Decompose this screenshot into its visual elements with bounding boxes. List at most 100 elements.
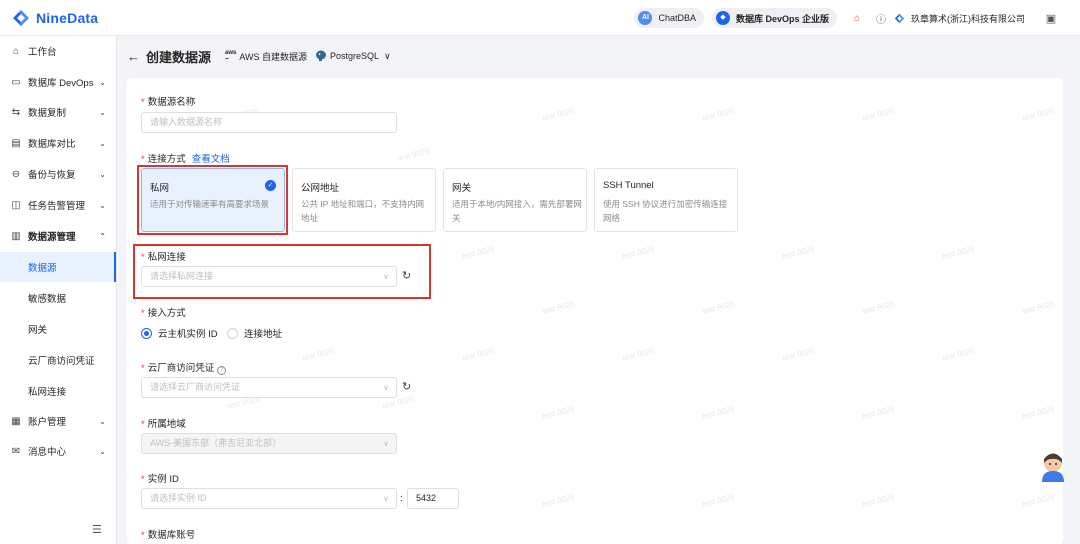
devops-edition-label: 数据库 DevOps 企业版 — [735, 13, 829, 24]
view-docs-link[interactable]: 查看文档 — [192, 154, 230, 165]
chatdba-icon: AI — [638, 11, 653, 25]
sidebar-item-label: 工作台 — [28, 47, 57, 58]
watermark: test 9026 — [781, 346, 816, 363]
crumb-source: AWS 自建数据源 — [239, 51, 308, 62]
watermark: test 9026 — [461, 346, 496, 363]
sidebar-item-label: 消息中心 — [28, 447, 67, 458]
cloud-credential-select[interactable]: 请选择云厂商访问凭证 ∨ — [141, 377, 397, 398]
backup-icon: ⊖ — [11, 168, 21, 180]
postgresql-icon — [316, 50, 327, 61]
sidebar-subitem-datasource[interactable]: 数据源 — [0, 252, 116, 282]
access-radio-address[interactable]: 连接地址 — [227, 326, 282, 340]
sidebar-item-label: 账户管理 — [28, 417, 67, 428]
breadcrumb: aws ⌣ AWS 自建数据源 PostgreSQL ∨ — [225, 50, 391, 63]
sidebar-subitem-sensitive-data[interactable]: 敏感数据 — [0, 283, 116, 313]
datasource-name-label: * 数据源名称 — [141, 97, 196, 108]
highlight-box — [137, 165, 288, 235]
sidebar-subitem-cloud-credential[interactable]: 云厂商访问凭证 — [0, 345, 116, 375]
highlight-box — [133, 244, 431, 299]
back-arrow-icon[interactable]: ← — [127, 49, 140, 64]
sidebar-item-account[interactable]: ▦ 账户管理 ⌄ — [0, 406, 116, 436]
instance-id-label: * 实例 ID — [141, 474, 179, 485]
sidebar-subitem-gateway[interactable]: 网关 — [0, 314, 116, 344]
connection-method-label: * 连接方式 查看文档 — [141, 154, 230, 165]
sidebar: ⌂ 工作台 ▭ 数据库 DevOps ⌄ ⇆ 数据复制 ⌄ ▤ 数据库对比 ⌄ … — [0, 36, 117, 544]
watermark: test 9026 — [861, 404, 896, 421]
sidebar-item-label: 任务告警管理 — [28, 201, 86, 212]
instance-id-select[interactable]: 请选择实例 ID ∨ — [141, 488, 397, 509]
chevron-up-icon: ⌃ — [99, 231, 106, 241]
chevron-down-icon: ⌄ — [99, 77, 106, 87]
conn-option-ssh[interactable]: SSH Tunnel 使用 SSH 协议进行加密传输连接网络 — [594, 168, 738, 232]
conn-option-desc: 使用 SSH 协议进行加密传输连接网络 — [603, 199, 728, 223]
company-switcher[interactable]: 玖章算术(浙江)科技有限公司 — [893, 12, 1025, 25]
refresh-icon[interactable]: ↻ — [402, 380, 411, 393]
devops-edition-button[interactable]: ◆ 数据库 DevOps 企业版 — [711, 8, 837, 28]
engine-dropdown-icon[interactable]: ∨ — [384, 51, 391, 62]
sidebar-subitem-private-link[interactable]: 私网连接 — [0, 376, 116, 406]
sidebar-item-workbench[interactable]: ⌂ 工作台 — [0, 36, 116, 66]
watermark: test 9026 — [701, 299, 736, 316]
collapse-sidebar-icon[interactable]: ☰ — [92, 523, 102, 536]
select-placeholder: 请选择实例 ID — [150, 493, 207, 503]
help-icon[interactable]: ⓘ — [874, 11, 888, 26]
chevron-down-icon: ⌄ — [99, 138, 106, 148]
watermark: test 9026 — [621, 346, 656, 363]
chevron-down-icon: ⌄ — [99, 169, 106, 179]
watermark: test 9026 — [396, 146, 431, 163]
conn-option-gateway[interactable]: 网关 适用于本地/内网接入，需先部署网关 — [443, 168, 587, 232]
sidebar-item-label: 数据复制 — [28, 108, 67, 119]
cloud-credential-label: * 云厂商访问凭证? — [141, 360, 227, 375]
port-input[interactable]: 5432 — [407, 488, 459, 509]
sidebar-item-devops[interactable]: ▭ 数据库 DevOps ⌄ — [0, 67, 116, 97]
chevron-down-icon: ⌄ — [99, 416, 106, 426]
region-label: * 所属地域 — [141, 419, 186, 430]
notification-icon[interactable]: ⌂ — [850, 11, 864, 25]
help-circle-icon[interactable]: ? — [217, 366, 227, 375]
region-value: AWS-美国东部（弗吉尼亚北部） — [150, 438, 282, 448]
devops-icon: ▭ — [11, 76, 21, 88]
region-select: AWS-美国东部（弗吉尼亚北部） ∨ — [141, 433, 397, 454]
access-method-label: * 接入方式 — [141, 308, 186, 319]
devops-edition-icon: ◆ — [715, 11, 730, 25]
datasource-name-input[interactable]: 请输入数据源名称 — [141, 112, 397, 133]
sidebar-item-backup[interactable]: ⊖ 备份与恢复 ⌄ — [0, 159, 116, 189]
watermark: test 9026 — [541, 106, 576, 123]
conn-option-title: 公网地址 — [301, 183, 340, 194]
language-switch-icon[interactable]: ▣ — [1044, 11, 1058, 25]
port-separator: : — [400, 493, 403, 504]
sidebar-item-replication[interactable]: ⇆ 数据复制 ⌄ — [0, 97, 116, 127]
watermark: test 9026 — [1021, 404, 1056, 421]
home-icon: ⌂ — [12, 45, 20, 57]
watermark: test 9026 — [461, 244, 496, 261]
sidebar-item-compare[interactable]: ▤ 数据库对比 ⌄ — [0, 128, 116, 158]
conn-option-desc: 适用于本地/内网接入，需先部署网关 — [452, 199, 582, 223]
access-radio-instance-id[interactable]: 云主机实例 ID — [141, 326, 218, 340]
chevron-down-icon: ⌄ — [99, 200, 106, 210]
watermark: test 9026 — [941, 244, 976, 261]
watermark: test 9026 — [1021, 492, 1056, 509]
logo[interactable]: NineData — [10, 0, 98, 36]
assistant-avatar-icon[interactable] — [1040, 452, 1066, 482]
company-logo-icon — [894, 13, 905, 23]
conn-option-public[interactable]: 公网地址 公共 IP 地址和端口，不支持内网地址 — [292, 168, 436, 232]
form-card: test 9026 test 9026 test 9026 test 9026 … — [127, 78, 1063, 544]
conn-option-desc: 公共 IP 地址和端口，不支持内网地址 — [301, 199, 425, 223]
brand-name: NineData — [36, 9, 99, 26]
watermark: test 9026 — [701, 106, 736, 123]
chevron-down-icon: ∨ — [383, 494, 389, 503]
sidebar-item-alerts[interactable]: ◫ 任务告警管理 ⌄ — [0, 190, 116, 220]
watermark: test 9026 — [701, 492, 736, 509]
sidebar-item-datasource-mgmt[interactable]: ▥ 数据源管理 ⌃ — [0, 221, 116, 251]
chatdba-button[interactable]: AI ChatDBA — [634, 8, 704, 28]
watermark: test 9026 — [301, 346, 336, 363]
sidebar-item-messages[interactable]: ✉ 消息中心 ⌄ — [0, 436, 116, 466]
aws-logo-icon: aws ⌣ — [225, 50, 237, 62]
message-icon: ✉ — [11, 445, 21, 457]
ninedata-logo-icon — [13, 9, 29, 26]
watermark: test 9026 — [1021, 106, 1056, 123]
watermark: test 9026 — [701, 404, 736, 421]
chevron-down-icon: ∨ — [383, 439, 389, 448]
conn-option-title: SSH Tunnel — [603, 180, 654, 191]
select-placeholder: 请选择云厂商访问凭证 — [150, 382, 241, 392]
